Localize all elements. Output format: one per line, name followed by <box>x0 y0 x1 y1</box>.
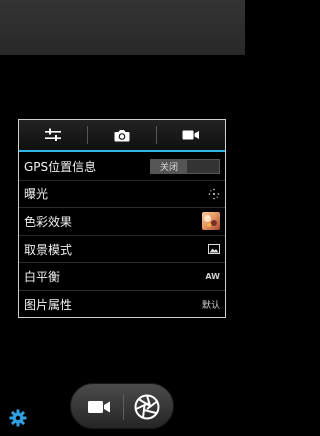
exposure-setting-label: 曝光 <box>24 187 49 202</box>
video-camera-icon <box>88 401 110 413</box>
scene-mode-setting-label: 取景模式 <box>24 242 73 257</box>
camera-control-bar <box>70 383 174 429</box>
gps-toggle[interactable]: 关闭 <box>150 158 220 174</box>
aperture-icon <box>134 394 160 420</box>
exposure-icon <box>208 188 220 200</box>
tab-video[interactable] <box>157 120 225 150</box>
scene-mode-setting-row[interactable]: 取景模式 <box>19 236 225 264</box>
mode-divider <box>123 394 124 420</box>
landscape-icon <box>208 244 220 255</box>
exposure-setting-row[interactable]: 曝光 <box>19 181 225 209</box>
auto-white-balance-icon: AW <box>205 272 220 281</box>
gps-setting-label: GPS位置信息 <box>24 159 97 174</box>
camera-settings-panel: GPS位置信息 关闭 曝光 色彩效果 取景模式 白平衡 AW 图片属性 默认 <box>18 119 226 318</box>
camera-icon <box>114 129 130 141</box>
color-effect-setting-row[interactable]: 色彩效果 <box>19 208 225 236</box>
settings-tab-bar <box>19 120 225 152</box>
picture-props-setting-label: 图片属性 <box>24 298 73 313</box>
sliders-icon <box>45 128 61 141</box>
gps-setting-row[interactable]: GPS位置信息 关闭 <box>19 153 225 181</box>
status-bar-area <box>0 0 245 55</box>
picture-props-setting-row[interactable]: 图片属性 默认 <box>19 291 225 319</box>
tab-photo[interactable] <box>88 120 156 150</box>
picture-props-value: 默认 <box>201 301 220 312</box>
shutter-button[interactable] <box>129 390 165 424</box>
gear-icon <box>9 409 27 427</box>
video-camera-icon <box>182 130 199 140</box>
tab-settings[interactable] <box>19 120 87 150</box>
white-balance-value: AW <box>205 272 220 282</box>
color-effect-thumbnail-icon <box>202 212 220 231</box>
white-balance-setting-label: 白平衡 <box>24 270 61 285</box>
active-tab-indicator <box>19 150 225 152</box>
white-balance-setting-row[interactable]: 白平衡 AW <box>19 263 225 291</box>
gps-toggle-value: 关闭 <box>151 159 187 173</box>
settings-list: GPS位置信息 关闭 曝光 色彩效果 取景模式 白平衡 AW 图片属性 默认 <box>19 153 225 319</box>
color-effect-setting-label: 色彩效果 <box>24 214 73 229</box>
video-mode-button[interactable] <box>79 392 119 422</box>
settings-gear-button[interactable] <box>8 408 28 428</box>
